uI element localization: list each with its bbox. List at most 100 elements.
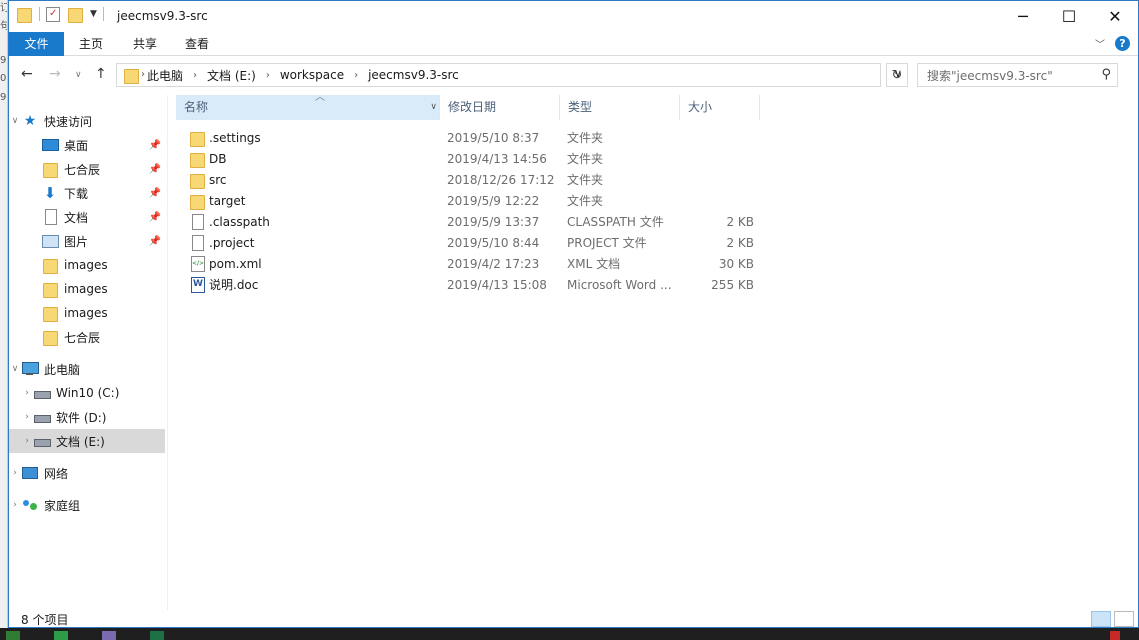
customize-qat-icon[interactable]: ▼ xyxy=(90,9,97,19)
collapsed-chevron-icon[interactable]: › xyxy=(9,500,21,510)
nav-drive-c[interactable]: › Win10 (C:) xyxy=(9,381,165,405)
file-row[interactable]: 说明.doc 2019/4/13 15:08 Microsoft Word ..… xyxy=(168,274,768,295)
folder-icon[interactable] xyxy=(15,6,33,23)
large-icons-view-button[interactable] xyxy=(1114,611,1134,627)
breadcrumb-chevron-icon[interactable]: › xyxy=(354,70,358,81)
address-root-chevron-icon[interactable]: › xyxy=(141,69,145,80)
word-doc-icon xyxy=(188,276,206,293)
expanded-chevron-icon[interactable]: ∨ xyxy=(9,116,21,126)
breadcrumb-current[interactable]: jeecmsv9.3-src xyxy=(368,68,459,82)
nav-drive-e[interactable]: › 文档 (E:) xyxy=(9,429,165,453)
breadcrumb-workspace[interactable]: workspace xyxy=(280,68,344,82)
nav-label: 文档 xyxy=(64,210,89,225)
nav-pinned-documents[interactable]: 文档 📌 xyxy=(9,205,165,229)
forward-arrow-icon[interactable]: → xyxy=(49,66,61,82)
nav-recent-folder[interactable]: images xyxy=(9,277,165,301)
column-filter-chevron-icon[interactable]: ∨ xyxy=(430,95,437,120)
help-icon[interactable]: ? xyxy=(1115,36,1130,51)
column-header-date[interactable]: 修改日期 xyxy=(440,95,560,120)
nav-recent-folder[interactable]: 七合辰 xyxy=(9,325,165,349)
nav-pinned-downloads[interactable]: ⬇ 下载 📌 xyxy=(9,181,165,205)
maximize-button[interactable]: ☐ xyxy=(1046,1,1092,32)
pin-icon: 📌 xyxy=(148,187,161,199)
refresh-icon[interactable]: ↻ xyxy=(886,63,908,87)
file-row[interactable]: .classpath 2019/5/9 13:37 CLASSPATH 文件 2… xyxy=(168,211,768,232)
taskbar-app-icon[interactable] xyxy=(6,631,20,640)
file-type: 文件夹 xyxy=(567,131,604,145)
nav-pinned-folder[interactable]: 七合辰 📌 xyxy=(9,157,165,181)
drive-icon xyxy=(33,433,51,449)
nav-label: images xyxy=(64,282,108,296)
up-arrow-icon[interactable]: ↑ xyxy=(95,66,107,82)
nav-recent-folder[interactable]: images xyxy=(9,253,165,277)
file-type: 文件夹 xyxy=(567,173,604,187)
column-header-type[interactable]: 类型 xyxy=(560,95,680,120)
folder-icon xyxy=(41,281,59,298)
recent-locations-chevron-icon[interactable]: ∨ xyxy=(75,70,82,80)
back-arrow-icon[interactable]: ← xyxy=(21,66,33,82)
nav-quick-access[interactable]: ∨ ★ 快速访问 xyxy=(9,109,165,133)
nav-pinned-desktop[interactable]: 桌面 📌 xyxy=(9,133,165,157)
search-input[interactable]: 搜索"jeecmsv9.3-src" ⚲ xyxy=(917,63,1118,87)
nav-recent-folder[interactable]: images xyxy=(9,301,165,325)
column-label: 类型 xyxy=(568,100,593,114)
properties-icon[interactable]: ✓ xyxy=(46,6,60,22)
nav-drive-d[interactable]: › 软件 (D:) xyxy=(9,405,165,429)
file-size: 255 KB xyxy=(711,277,754,292)
expanded-chevron-icon[interactable]: ∨ xyxy=(9,364,21,374)
breadcrumb-chevron-icon[interactable]: › xyxy=(266,70,270,81)
file-row[interactable]: src 2018/12/26 17:12 文件夹 xyxy=(168,169,768,190)
separator xyxy=(39,7,40,21)
column-header-name[interactable]: ︿ 名称 ∨ xyxy=(176,92,440,120)
details-view-button[interactable] xyxy=(1091,611,1111,627)
breadcrumb-chevron-icon[interactable]: › xyxy=(193,70,197,81)
file-name: pom.xml xyxy=(209,256,262,271)
taskbar-app-icon[interactable] xyxy=(102,631,116,640)
close-button[interactable]: ✕ xyxy=(1092,1,1138,32)
file-row[interactable]: target 2019/5/9 12:22 文件夹 xyxy=(168,190,768,211)
file-name: .settings xyxy=(209,130,261,145)
tab-file[interactable]: 文件 xyxy=(9,32,64,56)
file-name: target xyxy=(209,193,246,208)
new-folder-icon[interactable] xyxy=(66,6,84,23)
navigation-pane: ∨ ★ 快速访问 桌面 📌 七合辰 📌 ⬇ 下载 📌 文档 📌 图片 📌 ima… xyxy=(9,95,167,625)
file-row[interactable]: DB 2019/4/13 14:56 文件夹 xyxy=(168,148,768,169)
breadcrumb-drive-e[interactable]: 文档 (E:) xyxy=(207,67,256,84)
expand-ribbon-icon[interactable]: ﹀ xyxy=(1095,36,1105,51)
quick-access-toolbar: ✓ ▼ xyxy=(15,6,104,23)
column-header-size[interactable]: 大小 xyxy=(680,95,760,120)
nav-label: 桌面 xyxy=(64,138,89,153)
nav-this-pc[interactable]: ∨ 此电脑 xyxy=(9,357,165,381)
folder-icon xyxy=(41,329,59,346)
collapsed-chevron-icon[interactable]: › xyxy=(21,388,33,398)
column-label: 名称 xyxy=(184,100,209,114)
file-type: Microsoft Word ... xyxy=(567,277,672,292)
nav-pinned-pictures[interactable]: 图片 📌 xyxy=(9,229,165,253)
excel-icon[interactable] xyxy=(150,631,164,640)
file-row[interactable]: .project 2019/5/10 8:44 PROJECT 文件 2 KB xyxy=(168,232,768,253)
collapsed-chevron-icon[interactable]: › xyxy=(9,468,21,478)
search-icon[interactable]: ⚲ xyxy=(1101,67,1111,82)
nav-label: 七合辰 xyxy=(64,330,101,345)
file-type: PROJECT 文件 xyxy=(567,236,647,250)
minimize-button[interactable]: ─ xyxy=(1000,1,1046,32)
taskbar-app-icon[interactable] xyxy=(54,631,68,640)
file-row[interactable]: pom.xml 2019/4/2 17:23 XML 文档 30 KB xyxy=(168,253,768,274)
nav-network[interactable]: › 网络 xyxy=(9,461,165,485)
file-date: 2019/5/10 8:37 xyxy=(447,130,540,145)
file-list: ︿ 名称 ∨ 修改日期 类型 大小 .settings 2019/5/10 8:… xyxy=(167,92,1139,610)
collapsed-chevron-icon[interactable]: › xyxy=(21,412,33,422)
nav-homegroup[interactable]: › 家庭组 xyxy=(9,493,165,517)
collapsed-chevron-icon[interactable]: › xyxy=(21,436,33,446)
tab-home[interactable]: 主页 xyxy=(69,32,113,56)
title-bar: ✓ ▼ jeecmsv9.3-src ─ ☐ ✕ xyxy=(9,1,1138,32)
tray-icon[interactable] xyxy=(1110,631,1120,640)
file-name: 说明.doc xyxy=(209,278,259,292)
file-row[interactable]: .settings 2019/5/10 8:37 文件夹 xyxy=(168,127,768,148)
folder-icon xyxy=(122,67,140,84)
tab-view[interactable]: 查看 xyxy=(175,32,219,56)
breadcrumb-this-pc[interactable]: 此电脑 xyxy=(147,67,183,84)
file-name: DB xyxy=(209,151,227,166)
tab-share[interactable]: 共享 xyxy=(123,32,167,56)
address-bar[interactable]: › 此电脑 › 文档 (E:) › workspace › jeecmsv9.3… xyxy=(116,63,902,87)
